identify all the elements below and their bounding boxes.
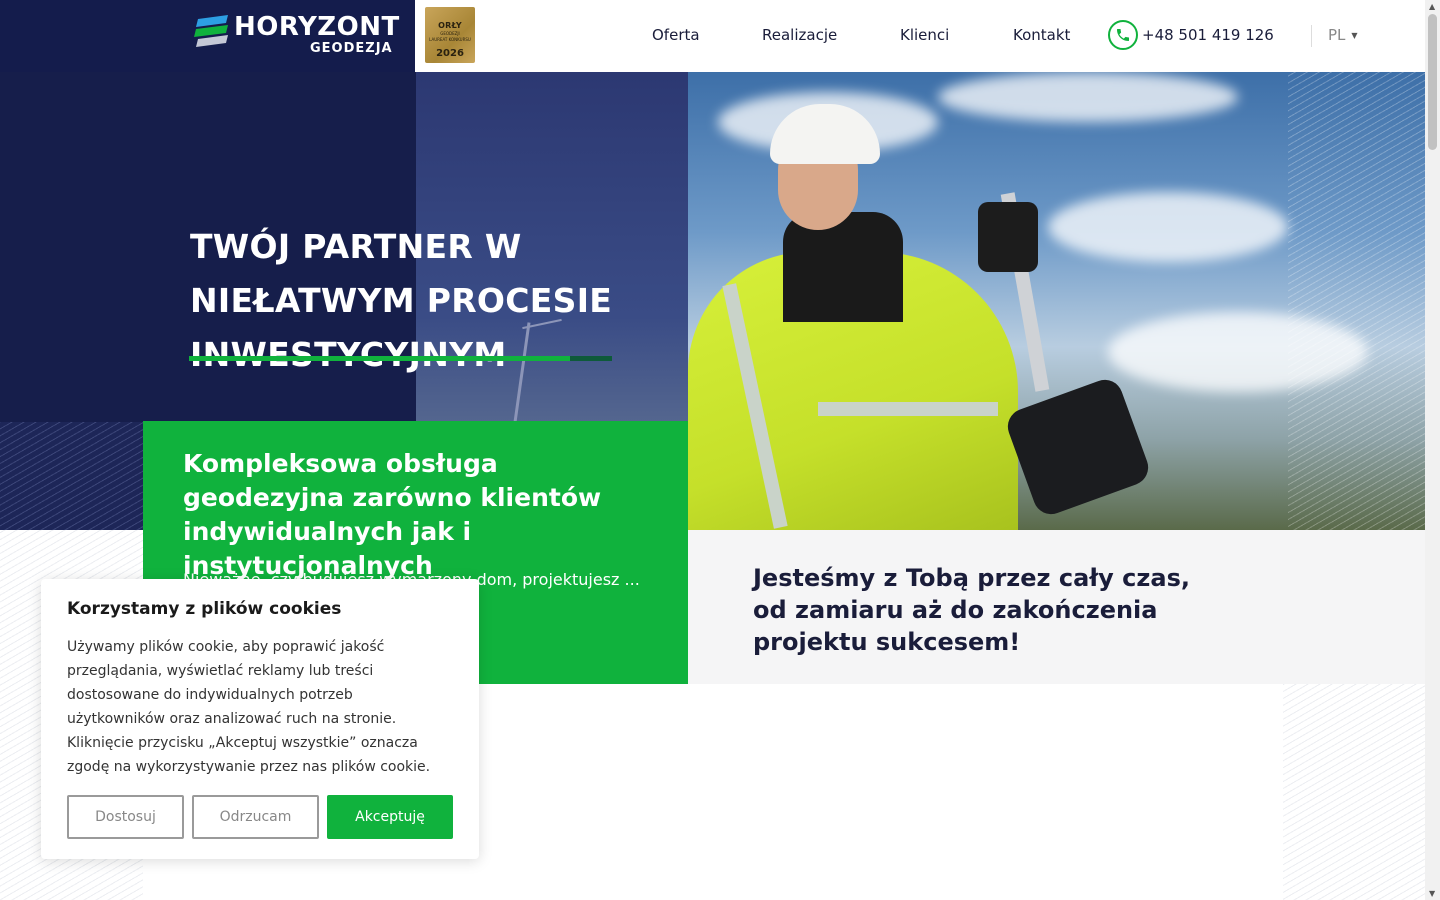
cookie-text: Używamy plików cookie, aby poprawić jako… [67,639,431,775]
badge-subtitle: GEODEZJI [440,31,460,36]
cookie-consent-dialog: Korzystamy z plików cookies Używamy plik… [41,579,479,859]
reject-button[interactable]: Odrzucam [192,795,319,839]
nav-realizacje[interactable]: Realizacje [762,26,837,44]
survey-controller [1002,374,1154,520]
hero-photo-surveyor [688,72,1425,530]
accept-button[interactable]: Akceptuję [327,795,453,839]
cookie-title: Korzystamy z plików cookies [67,599,342,619]
nav-oferta[interactable]: Oferta [652,26,700,44]
phone-icon [1108,20,1138,50]
nav-kontakt[interactable]: Kontakt [1013,26,1070,44]
scroll-up-icon[interactable]: ▲ [1429,2,1435,11]
caret-down-icon: ▼ [1351,30,1358,40]
scroll-down-icon[interactable]: ▼ [1429,889,1435,898]
decorative-stripes-bottom [1283,684,1425,900]
logo-subtitle: GEODEZJA [310,41,393,56]
scroll-thumb[interactable] [1428,14,1437,150]
logo[interactable]: HORYZONT GEODEZJA [194,13,399,59]
phone-number: +48 501 419 126 [1142,26,1274,44]
language-label: PL [1328,26,1346,44]
side-text: Jesteśmy z Tobą przez cały czas, od zami… [753,564,1190,656]
award-badge: ORŁY GEODEZJI LAUREAT KONKURSU 2026 [425,7,475,63]
divider [1311,25,1312,47]
services-title: Kompleksowa obsługa geodezyjna zarówno k… [183,449,602,580]
logo-area: HORYZONT GEODEZJA [0,0,415,72]
hero-progress-fill [189,356,570,361]
badge-year: 2026 [436,48,464,59]
nav-klienci[interactable]: Klienci [900,26,949,44]
logo-name: HORYZONT [234,12,400,42]
site-header: HORYZONT GEODEZJA ORŁY GEODEZJI LAUREAT … [0,0,1425,72]
badge-title: ORŁY [438,21,462,30]
page-scrollbar[interactable]: ▲ ▼ [1425,0,1440,900]
gps-antenna [978,202,1038,272]
phone-link[interactable]: +48 501 419 126 [1108,20,1274,50]
customize-button[interactable]: Dostosuj [67,795,184,839]
badge-caption: LAUREAT KONKURSU [429,37,471,42]
hero-progress-bar [189,356,612,361]
decorative-stripes-right [1288,72,1425,530]
language-selector[interactable]: PL ▼ [1328,26,1358,44]
logo-mark-icon [194,15,228,47]
